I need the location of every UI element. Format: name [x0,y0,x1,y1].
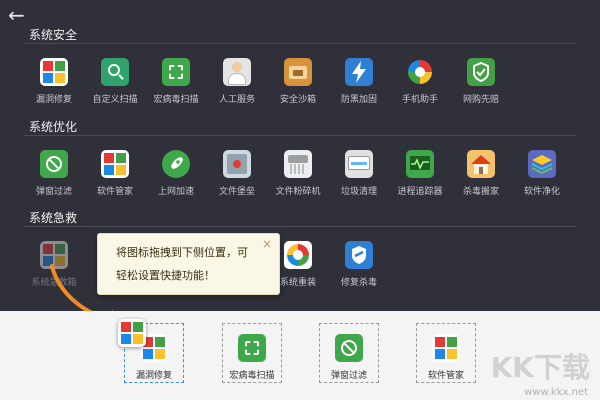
tray-slot-label: 宏病毒扫描 [229,371,275,381]
tool-label: 自定义扫描 [92,95,138,105]
shield-check-icon [467,58,495,86]
dragged-icon[interactable] [118,319,146,347]
tool-vulnerability-fix[interactable]: 漏洞修复 [24,58,84,105]
lightning-icon [345,58,373,86]
tool-macro-virus-scan[interactable]: 宏病毒扫描 [146,58,206,105]
tool-antivirus-move[interactable]: 杀毒搬家 [451,150,511,197]
tool-net-accelerate[interactable]: 上网加速 [146,150,206,197]
shortcut-tray: 漏洞修复 宏病毒扫描 弹窗过滤 软件管家 KK下载 www.kkx.net [0,311,600,400]
tool-label: 上网加速 [157,187,194,197]
tool-process-tracker[interactable]: 进程追踪器 [390,150,450,197]
section-title-optimize: 系统优化 [29,120,78,134]
tool-label: 文件粉碎机 [275,187,321,197]
tool-label: 网购先赔 [462,95,499,105]
section-divider [24,226,576,227]
vault-icon [223,150,251,178]
tray-slot-label: 漏洞修复 [135,371,172,381]
tool-software-purify[interactable]: 软件净化 [512,150,572,197]
tool-label: 杀毒搬家 [462,187,499,197]
tool-label: 手机助手 [401,95,438,105]
phone-ball-icon [406,58,434,86]
tray-slot[interactable]: 弹窗过滤 [319,323,379,383]
tool-software-manager[interactable]: 软件管家 [85,150,145,197]
scan-icon [162,58,190,86]
apps-icon [101,150,129,178]
tray-slot-label: 软件管家 [427,371,464,381]
tool-junk-clean[interactable]: 垃圾清理 [329,150,389,197]
section-title-rescue: 系统急救 [29,211,78,225]
tray-slot[interactable]: 软件管家 [416,323,476,383]
block-icon [40,150,68,178]
tool-label: 防黑加固 [340,95,377,105]
tool-shopping-guarantee[interactable]: 网购先赔 [451,58,511,105]
tool-label: 软件管家 [96,187,133,197]
section-title-security: 系统安全 [29,28,78,42]
watermark-logo: KK下载 [490,351,590,384]
tool-label: 宏病毒扫描 [153,95,199,105]
tool-label: 进程追踪器 [397,187,443,197]
reload-icon [284,241,312,269]
tray-slot[interactable]: 宏病毒扫描 [222,323,282,383]
house-icon [467,150,495,178]
tool-popup-filter[interactable]: 弹窗过滤 [24,150,84,197]
tool-phone-assistant[interactable]: 手机助手 [390,58,450,105]
tool-label: 文件堡垒 [218,187,255,197]
layers-icon [528,150,556,178]
tool-manual-service[interactable]: 人工服务 [207,58,267,105]
tool-label: 软件净化 [523,187,560,197]
rocket-icon [162,150,190,178]
magnifier-icon [101,58,129,86]
tool-label: 修复杀毒 [340,278,377,288]
monitor-icon [406,150,434,178]
sandbox-icon [284,58,312,86]
windows-shield-icon [40,58,68,86]
watermark-url: www.kkx.net [524,387,588,398]
tool-label: 人工服务 [218,95,255,105]
close-icon[interactable]: × [262,237,272,251]
tool-file-shredder[interactable]: 文件粉碎机 [268,150,328,197]
section-divider [24,43,576,44]
tool-label: 漏洞修复 [35,95,72,105]
person-icon [223,58,251,86]
tool-label: 垃圾清理 [340,187,377,197]
shredder-icon [284,150,312,178]
tool-label: 弹窗过滤 [35,187,72,197]
tool-custom-scan[interactable]: 自定义扫描 [85,58,145,105]
tool-repair-antivirus[interactable]: 修复杀毒 [329,241,389,288]
section-divider [24,135,576,136]
block-icon [335,334,363,362]
tray-slot-label: 弹窗过滤 [330,371,367,381]
apps-icon [432,334,460,362]
tool-label: 安全沙箱 [279,95,316,105]
tooltip-text-line-1: 将图标拖拽到下侧位置，可 [116,246,248,259]
repair-icon [345,241,373,269]
back-arrow-icon[interactable]: ← [8,5,28,26]
scan-icon [238,334,266,362]
clean-icon [345,150,373,178]
tool-anti-hack[interactable]: 防黑加固 [329,58,389,105]
tool-file-vault[interactable]: 文件堡垒 [207,150,267,197]
tool-sandbox[interactable]: 安全沙箱 [268,58,328,105]
